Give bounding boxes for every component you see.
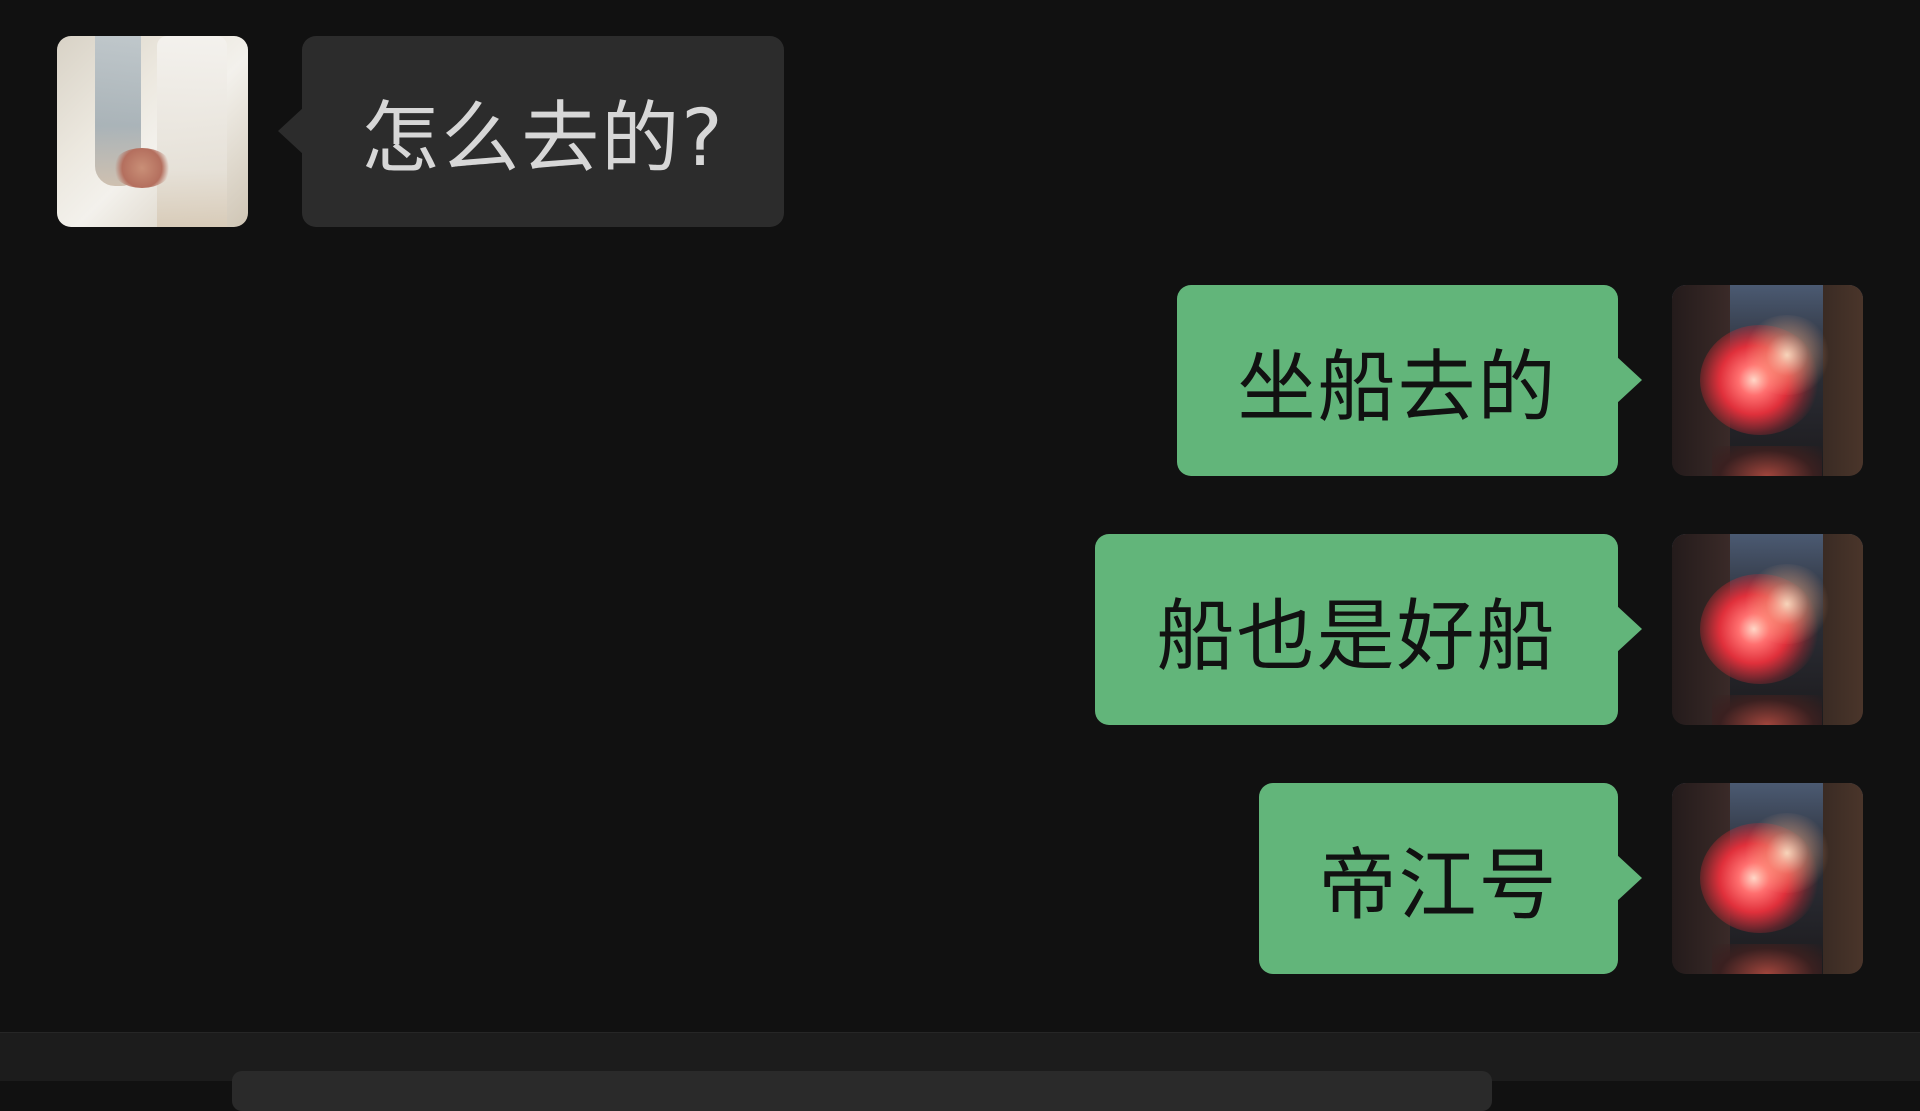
avatar-photo-detail bbox=[1712, 695, 1822, 725]
chat-message-list[interactable]: 怎么去的? 坐船去的 船也是好船 帝江号 bbox=[0, 0, 1920, 1032]
message-row-outgoing: 船也是好船 bbox=[0, 534, 1920, 725]
avatar-photo-detail bbox=[1823, 783, 1863, 974]
input-toolbar bbox=[0, 1032, 1920, 1111]
self-avatar[interactable] bbox=[1672, 783, 1863, 974]
bubble-tail bbox=[1616, 356, 1642, 404]
message-text: 怎么去的? bbox=[361, 93, 725, 184]
avatar-photo-detail bbox=[1712, 944, 1822, 974]
message-bubble[interactable]: 怎么去的? bbox=[278, 36, 784, 227]
message-bubble[interactable]: 船也是好船 bbox=[1095, 534, 1642, 725]
message-text: 帝江号 bbox=[1318, 840, 1559, 931]
message-row-outgoing: 坐船去的 bbox=[0, 285, 1920, 476]
bubble-tail bbox=[1616, 854, 1642, 902]
message-row-outgoing: 帝江号 bbox=[0, 783, 1920, 974]
bubble-tail bbox=[1616, 605, 1642, 653]
avatar-photo-detail bbox=[157, 36, 227, 227]
bubble-tail bbox=[278, 107, 304, 155]
avatar-photo-detail bbox=[1712, 446, 1822, 476]
avatar-photo-detail bbox=[1823, 285, 1863, 476]
message-bubble[interactable]: 帝江号 bbox=[1259, 783, 1642, 974]
message-text: 船也是好船 bbox=[1156, 591, 1557, 682]
avatar-photo-detail bbox=[1742, 813, 1832, 893]
avatar-photo-detail bbox=[112, 148, 172, 188]
message-bubble[interactable]: 坐船去的 bbox=[1177, 285, 1642, 476]
contact-avatar[interactable] bbox=[57, 36, 248, 227]
message-row-incoming: 怎么去的? bbox=[0, 36, 1920, 227]
message-text: 坐船去的 bbox=[1237, 342, 1558, 433]
avatar-photo-detail bbox=[1742, 315, 1832, 395]
avatar-photo-detail bbox=[1823, 534, 1863, 725]
self-avatar[interactable] bbox=[1672, 285, 1863, 476]
avatar-photo-detail bbox=[1742, 564, 1832, 644]
message-input[interactable] bbox=[232, 1071, 1492, 1111]
self-avatar[interactable] bbox=[1672, 534, 1863, 725]
